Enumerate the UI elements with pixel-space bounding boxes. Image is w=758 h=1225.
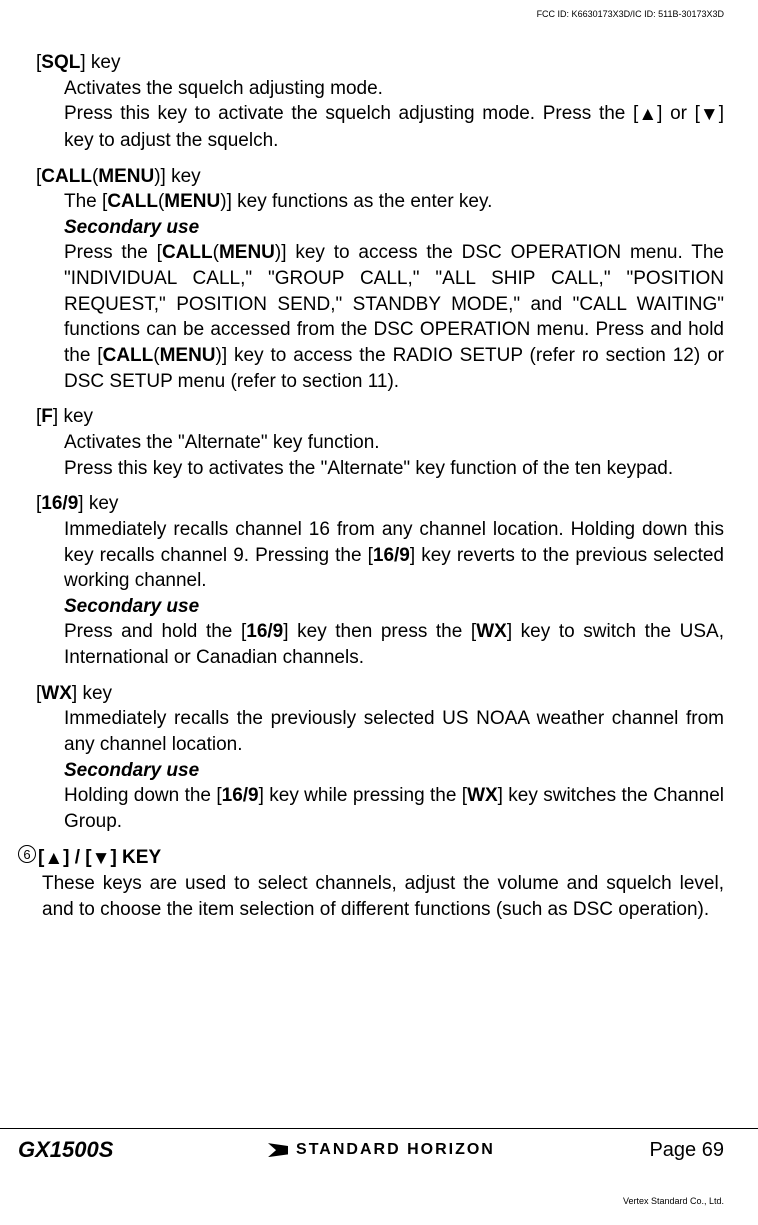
t: Press the [ — [64, 242, 162, 263]
entry-wx: [WX] key Immediately recalls the previou… — [36, 681, 724, 835]
t: Holding down the [ — [64, 785, 222, 806]
key-name: SQL — [41, 52, 80, 73]
key-name: CALL — [162, 242, 213, 263]
brand-name: STANDARD HORIZON — [296, 1139, 495, 1161]
circled-number-icon: 6 — [18, 845, 36, 863]
t: The [ — [64, 191, 107, 212]
model-number: GX1500S — [18, 1135, 113, 1165]
t: ] KEY — [110, 847, 161, 868]
item6-body: These keys are used to select channels, … — [42, 871, 724, 922]
brand-logo-icon — [268, 1143, 288, 1157]
copyright-line: Vertex Standard Co., Ltd. — [623, 1195, 724, 1207]
key-name: CALL — [41, 166, 92, 187]
f-line1: Activates the "Alternate" key function. — [64, 430, 724, 456]
sql-body: Activates the squelch adjusting mode. Pr… — [64, 76, 724, 154]
wx-line2: Holding down the [16/9] key while pressi… — [64, 783, 724, 834]
t: ] key then press the [ — [283, 621, 476, 642]
page-number: Page 69 — [649, 1137, 724, 1164]
key-name: WX — [476, 621, 507, 642]
key-name: MENU — [219, 242, 275, 263]
fcc-id-line: FCC ID: K6630173X3D/IC ID: 511B-30173X3D — [537, 8, 724, 20]
key-name: 16/9 — [246, 621, 283, 642]
triangle-down-icon: ▼ — [700, 102, 719, 128]
f-body: Activates the "Alternate" key function. … — [64, 430, 724, 481]
triangle-up-icon: ▲ — [638, 102, 657, 128]
key-name: CALL — [107, 191, 158, 212]
key-name: WX — [467, 785, 498, 806]
entry-f: [F] key Activates the "Alternate" key fu… — [36, 404, 724, 481]
entry-item-6: 6 [▲] / [▼] KEY These keys are used to s… — [18, 845, 724, 923]
key-name: MENU — [160, 345, 216, 366]
page-content: [SQL] key Activates the squelch adjustin… — [18, 50, 724, 923]
t: ] key while pressing the [ — [259, 785, 467, 806]
entry-call: [CALL(MENU)] key The [CALL(MENU)] key fu… — [36, 164, 724, 395]
key-name: WX — [41, 683, 72, 704]
sql-line1: Activates the squelch adjusting mode. — [64, 76, 724, 102]
call-heading: [CALL(MENU)] key — [36, 164, 724, 190]
k169-heading: [16/9] key — [36, 491, 724, 517]
k169-line1: Immediately recalls channel 16 from any … — [64, 517, 724, 594]
key-name: CALL — [103, 345, 154, 366]
triangle-up-icon: ▲ — [44, 846, 63, 872]
t: )] key functions as the enter key. — [220, 191, 492, 212]
key-name: 16/9 — [41, 493, 78, 514]
k169-line2: Press and hold the [16/9] key then press… — [64, 619, 724, 670]
call-line1: The [CALL(MENU)] key functions as the en… — [64, 189, 724, 215]
sql-line2: Press this key to activate the squelch a… — [64, 101, 724, 153]
k169-body: Immediately recalls channel 16 from any … — [64, 517, 724, 671]
t: ] / [ — [63, 847, 92, 868]
t: Press and hold the [ — [64, 621, 246, 642]
key-name: MENU — [164, 191, 220, 212]
call-body: The [CALL(MENU)] key functions as the en… — [64, 189, 724, 394]
sql-heading: [SQL] key — [36, 50, 724, 76]
wx-line1: Immediately recalls the previously selec… — [64, 706, 724, 757]
brand: STANDARD HORIZON — [268, 1139, 495, 1161]
secondary-use-label: Secondary use — [64, 758, 724, 784]
entry-169: [16/9] key Immediately recalls channel 1… — [36, 491, 724, 670]
triangle-down-icon: ▼ — [92, 846, 111, 872]
bracket-suffix: ] key — [72, 683, 112, 704]
wx-body: Immediately recalls the previously selec… — [64, 706, 724, 834]
bracket-suffix: ] key — [80, 52, 120, 73]
key-name: MENU — [98, 166, 154, 187]
item6-heading: 6 [▲] / [▼] KEY — [18, 845, 724, 872]
wx-heading: [WX] key — [36, 681, 724, 707]
key-name: 16/9 — [222, 785, 259, 806]
call-line2: Press the [CALL(MENU)] key to access the… — [64, 240, 724, 394]
secondary-use-label: Secondary use — [64, 215, 724, 241]
item6-head-text: [▲] / [▼] KEY — [38, 845, 161, 872]
t: ] or [ — [657, 103, 700, 124]
entry-sql: [SQL] key Activates the squelch adjustin… — [36, 50, 724, 154]
key-name: F — [41, 406, 53, 427]
f-line2: Press this key to activates the "Alterna… — [64, 456, 724, 482]
t: Press this key to activate the squelch a… — [64, 103, 638, 124]
secondary-use-label: Secondary use — [64, 594, 724, 620]
page-footer: GX1500S STANDARD HORIZON Page 69 — [0, 1128, 758, 1165]
bracket-suffix: ] key — [53, 406, 93, 427]
f-heading: [F] key — [36, 404, 724, 430]
bracket-suffix: ] key — [78, 493, 118, 514]
key-name: 16/9 — [373, 545, 410, 566]
